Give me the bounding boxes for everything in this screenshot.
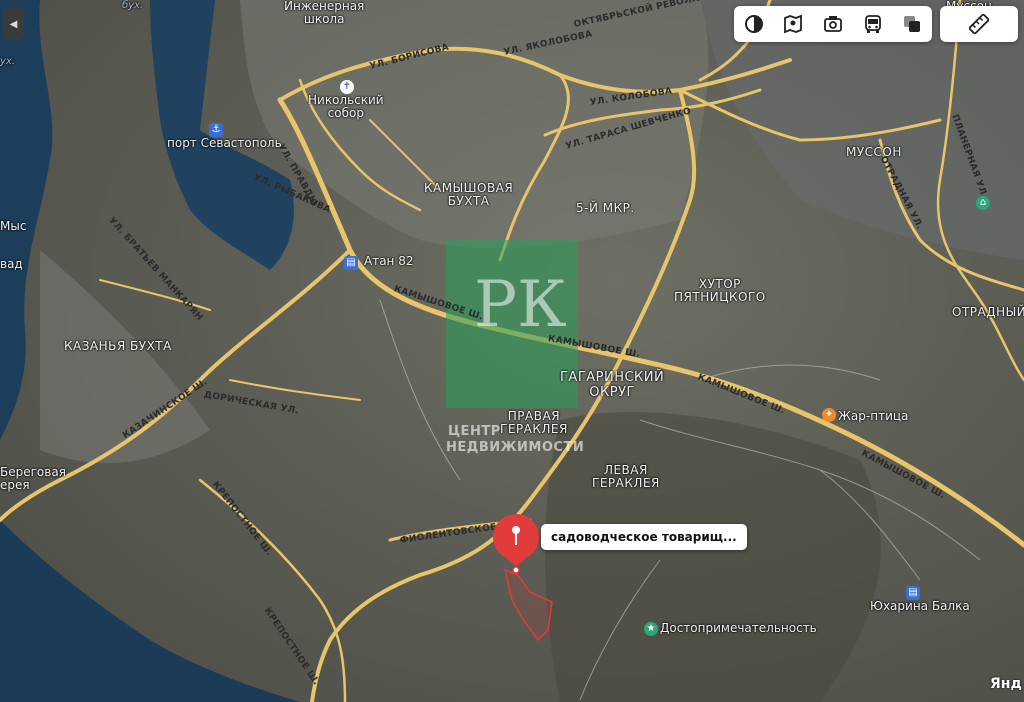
collapse-panel-button[interactable]: ◀	[3, 8, 24, 40]
label-gagarinsky: ГАГАРИНСКИЙ ОКРУГ	[560, 370, 665, 400]
label-port[interactable]: порт Севастополь	[167, 137, 282, 150]
label-dostoprimechatelnost[interactable]: Достопримечательность	[660, 622, 817, 635]
label-kamyshovaya-bukhta: КАМЫШОВАЯ БУХТА	[424, 181, 514, 208]
church-icon[interactable]: ✝	[340, 80, 354, 94]
museum-icon[interactable]: ⌂	[976, 196, 990, 210]
label-atan[interactable]: Атан 82	[364, 255, 413, 268]
label-engineering-school: Инженерная школа	[284, 0, 365, 26]
sight-icon[interactable]: ★	[644, 622, 658, 636]
bus-icon[interactable]	[860, 11, 886, 37]
label-nikolsky-cathedral[interactable]: Никольский собор	[308, 94, 384, 120]
label-yuharina-balka[interactable]: Юхарина Балка	[870, 600, 970, 613]
label-beregovaya: Береговая ерея	[0, 465, 66, 492]
ruler-toolbar	[940, 6, 1018, 42]
label-5th-mkr: 5-Й МКР.	[576, 201, 635, 215]
hotel-icon[interactable]: ▤	[344, 256, 358, 270]
label-vad: вад	[0, 257, 23, 271]
label-zhar-ptitsa[interactable]: Жар-птица	[838, 410, 908, 423]
label-musson: МУССОН	[846, 145, 902, 159]
layers-icon[interactable]	[741, 11, 767, 37]
watermark-line1: ЦЕНТР	[448, 424, 501, 439]
bus-stop-icon[interactable]: ▤	[906, 586, 920, 600]
panorama-camera-icon[interactable]	[820, 11, 846, 37]
label-khutor: ХУТОР ПЯТНИЦКОГО	[674, 277, 766, 304]
label-levaya-gerakleya: ЛЕВАЯ ГЕРАКЛЕЯ	[592, 463, 660, 490]
watermark-logo: РК	[474, 268, 567, 342]
label-mys: Мыс	[0, 219, 27, 233]
label-bukh-top: бух.	[122, 0, 144, 11]
label-otradny: ОТРАДНЫЙ	[952, 305, 1024, 319]
yandex-attribution[interactable]: Янд	[990, 676, 1022, 692]
label-kazachya: КАЗАНЬЯ БУХТА	[64, 339, 172, 353]
label-bukh-left: ух.	[0, 56, 16, 67]
label-pravaya-gerakleya: ПРАВАЯ ГЕРАКЛЕЯ	[500, 409, 568, 436]
map-icon[interactable]	[780, 11, 806, 37]
stack-icon[interactable]	[899, 11, 925, 37]
restaurant-icon[interactable]: ✦	[822, 408, 836, 422]
port-icon[interactable]: ⚓	[209, 123, 223, 137]
ruler-icon[interactable]	[966, 11, 992, 37]
map-view[interactable]: РК ЦЕНТР НЕДВИЖИМОСТИ Инженерная школа Н…	[0, 0, 1024, 702]
map-toolbar	[734, 6, 932, 42]
watermark-line2: НЕДВИЖИМОСТИ	[446, 440, 585, 455]
place-callout[interactable]: садоводческое товарищ...	[541, 524, 747, 550]
